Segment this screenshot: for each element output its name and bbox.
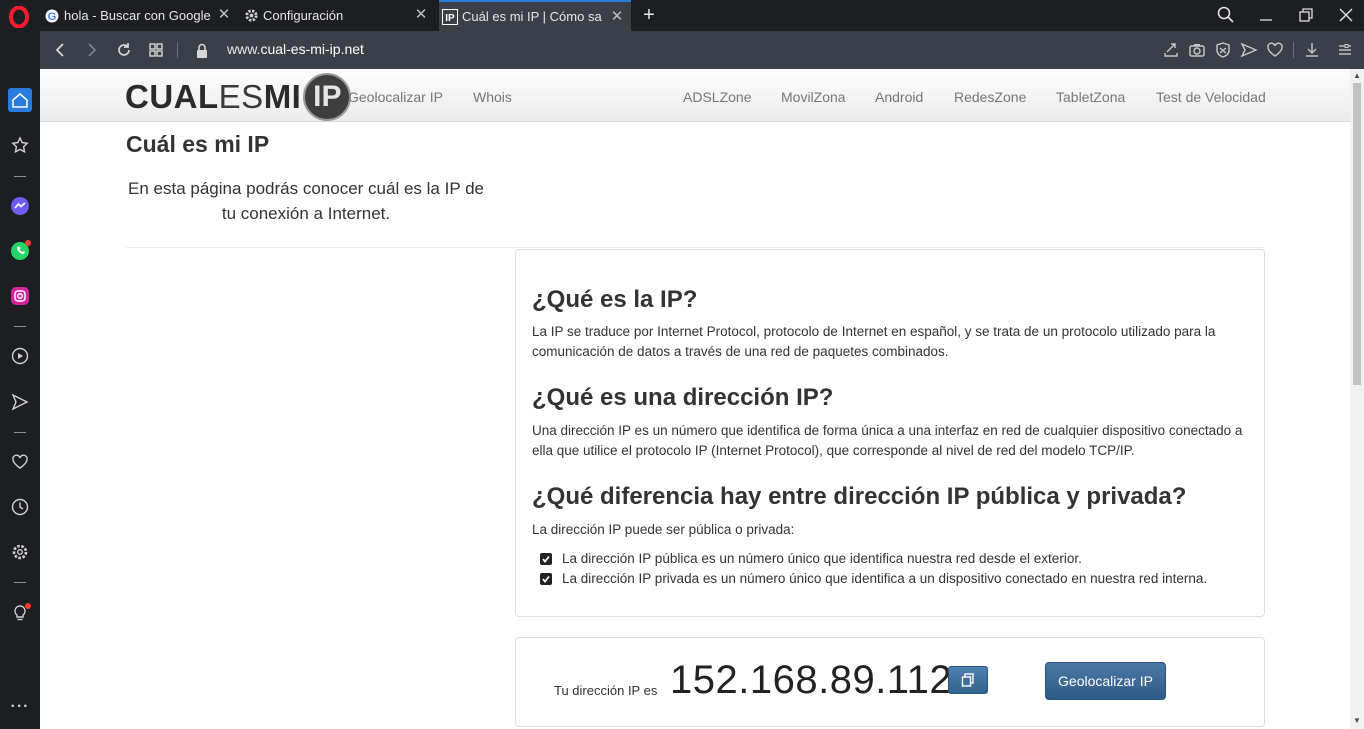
page-viewport: CUALESMI IP Geolocalizar IP Whois ADSLZo… xyxy=(40,69,1350,729)
ip-address-value: 152.168.89.112 xyxy=(670,658,953,702)
tab-cual-es-mi-ip[interactable]: IP Cuál es mi IP | Cómo saber ✕ xyxy=(439,0,631,31)
settings-icon[interactable] xyxy=(8,540,32,564)
camera-icon[interactable] xyxy=(1188,41,1206,59)
download-icon[interactable] xyxy=(1303,41,1321,59)
home-icon[interactable] xyxy=(8,88,32,112)
heart-icon[interactable] xyxy=(8,450,32,474)
geolocalizar-ip-button[interactable]: Geolocalizar IP xyxy=(1045,662,1166,700)
bookmarks-icon[interactable] xyxy=(8,133,32,157)
easy-setup-icon[interactable] xyxy=(1336,41,1354,59)
history-icon[interactable] xyxy=(8,495,32,519)
tab-strip: G hola - Buscar con Google ✕ Configuraci… xyxy=(0,0,1364,31)
list-item: La dirección IP pública es un número úni… xyxy=(540,551,1082,566)
scrollbar-thumb[interactable] xyxy=(1353,83,1361,385)
nav-adslzone[interactable]: ADSLZone xyxy=(683,89,751,105)
svg-text:G: G xyxy=(48,11,57,23)
player-icon[interactable] xyxy=(8,344,32,368)
nav-tabletzona[interactable]: TabletZona xyxy=(1056,89,1125,105)
sidebar-divider xyxy=(14,326,26,327)
checkbox-icon xyxy=(540,552,552,565)
instagram-icon[interactable] xyxy=(8,284,32,308)
logo-ip-circle: IP xyxy=(303,73,352,121)
tab-google[interactable]: G hola - Buscar con Google ✕ xyxy=(44,0,238,31)
sidebar-divider xyxy=(14,432,26,433)
gear-icon xyxy=(243,8,259,24)
list-item-text: La dirección IP privada es un número úni… xyxy=(562,571,1208,586)
new-tab-icon[interactable]: + xyxy=(639,4,659,26)
page-scrollbar[interactable]: ▲ ▼ xyxy=(1350,69,1364,729)
scroll-up-icon[interactable]: ▲ xyxy=(1353,72,1361,80)
svg-text:IP: IP xyxy=(445,13,455,24)
section-text: La IP se traduce por Internet Protocol, … xyxy=(532,324,1216,359)
site-navbar: CUALESMI IP Geolocalizar IP Whois ADSLZo… xyxy=(40,69,1350,122)
share-icon[interactable] xyxy=(1162,41,1180,59)
back-icon[interactable] xyxy=(50,40,70,60)
ip-panel: Tu dirección IP es 152.168.89.112 Geoloc… xyxy=(515,637,1265,727)
send-icon[interactable] xyxy=(8,390,32,414)
section-heading: ¿Qué diferencia hay entre dirección IP p… xyxy=(532,483,1187,510)
notification-badge xyxy=(25,240,31,246)
checkbox-icon xyxy=(540,572,552,585)
nav-android[interactable]: Android xyxy=(875,89,923,105)
url-prefix: www. xyxy=(227,41,261,57)
toolbar-divider xyxy=(177,42,178,58)
opera-logo-icon[interactable] xyxy=(8,6,30,28)
sidebar-divider xyxy=(14,582,26,583)
content-divider xyxy=(126,247,1265,248)
heart-icon[interactable] xyxy=(1266,41,1284,59)
messenger-icon[interactable] xyxy=(8,194,32,218)
ip-site-icon: IP xyxy=(442,8,458,25)
sidebar: ··· xyxy=(0,31,40,729)
scroll-down-icon[interactable]: ▼ xyxy=(1353,717,1361,725)
section-heading: ¿Qué es la IP? xyxy=(532,286,698,313)
url-field[interactable]: www.cual-es-mi-ip.net xyxy=(227,41,364,57)
forward-icon[interactable] xyxy=(82,40,102,60)
restore-icon[interactable] xyxy=(1296,5,1316,25)
ip-label: Tu dirección IP es xyxy=(554,683,658,698)
close-tab-icon[interactable]: ✕ xyxy=(609,9,625,25)
tab-label: hola - Buscar con Google xyxy=(64,8,211,23)
list-item: La dirección IP privada es un número úni… xyxy=(540,571,1207,586)
tab-label: Cuál es mi IP | Cómo saber xyxy=(462,9,602,24)
google-icon: G xyxy=(44,8,60,24)
section-text: Una dirección IP es un número que identi… xyxy=(532,423,1243,458)
search-tabs-icon[interactable] xyxy=(1216,5,1236,25)
minimize-icon[interactable] xyxy=(1256,5,1276,25)
nav-redeszone[interactable]: RedesZone xyxy=(954,89,1026,105)
adblock-icon[interactable] xyxy=(1214,41,1232,59)
lock-icon[interactable] xyxy=(192,41,212,61)
section-heading: ¿Qué es una dirección IP? xyxy=(532,384,834,411)
address-bar: www.cual-es-mi-ip.net xyxy=(40,31,1364,69)
toolbar-divider xyxy=(1293,42,1294,58)
nav-geolocalizar-ip[interactable]: Geolocalizar IP xyxy=(348,89,443,105)
sidebar-divider xyxy=(14,176,26,177)
copy-ip-button[interactable] xyxy=(948,666,988,694)
copy-icon xyxy=(961,673,974,687)
reload-icon[interactable] xyxy=(114,40,134,60)
close-window-icon[interactable] xyxy=(1336,5,1356,25)
info-panel: ¿Qué es la IP? La IP se traduce por Inte… xyxy=(515,249,1265,617)
logo-text: CUALESMI xyxy=(125,78,302,115)
close-tab-icon[interactable]: ✕ xyxy=(413,7,429,23)
list-item-text: La dirección IP pública es un número úni… xyxy=(562,551,1082,566)
section-text: La dirección IP puede ser pública o priv… xyxy=(532,522,795,537)
tab-settings[interactable]: Configuración ✕ xyxy=(243,0,435,31)
tab-label: Configuración xyxy=(263,8,344,23)
url-domain: cual-es-mi-ip.net xyxy=(260,41,364,57)
close-tab-icon[interactable]: ✕ xyxy=(216,7,232,23)
page-title: Cuál es mi IP xyxy=(126,131,270,157)
intro-text: En esta página podrás conocer cuál es la… xyxy=(128,179,484,223)
site-logo[interactable]: CUALESMI IP xyxy=(125,73,352,121)
nav-test-de-velocidad[interactable]: Test de Velocidad xyxy=(1156,89,1266,105)
send-icon[interactable] xyxy=(1240,41,1258,59)
nav-movilzona[interactable]: MovilZona xyxy=(781,89,846,105)
tabs-grid-icon[interactable] xyxy=(146,40,166,60)
more-icon[interactable]: ··· xyxy=(8,695,32,719)
notification-badge xyxy=(25,603,31,609)
nav-whois[interactable]: Whois xyxy=(473,89,512,105)
